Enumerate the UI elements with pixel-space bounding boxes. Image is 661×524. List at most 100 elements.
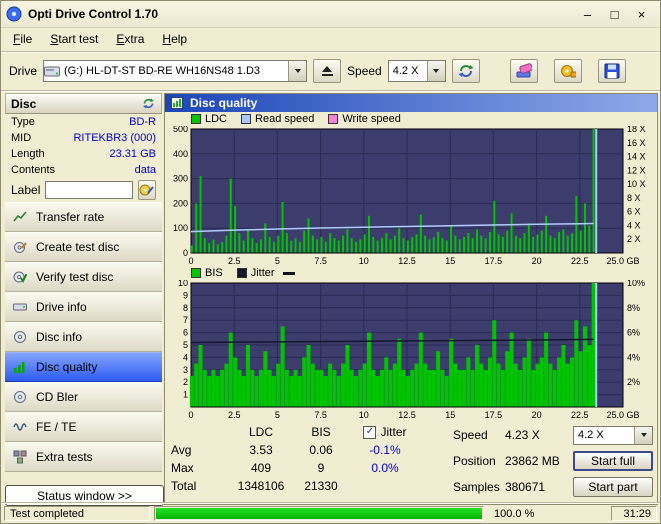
chevron-down-icon (294, 69, 301, 73)
speed-stat-label: Speed (453, 428, 488, 442)
menu-file[interactable]: File (4, 29, 41, 49)
svg-text:1: 1 (183, 390, 188, 400)
info-label: MID (11, 132, 32, 144)
sidebar-item-extra-tests[interactable]: Extra tests (5, 442, 162, 472)
refresh-button[interactable] (451, 59, 480, 83)
svg-text:4%: 4% (627, 352, 640, 362)
info-row-mid: MID RITEKBR3 (000) (5, 130, 162, 146)
drive-info-icon (12, 300, 28, 314)
chevron-down-icon (433, 69, 440, 73)
start-part-button[interactable]: Start part (573, 477, 653, 497)
svg-text:8%: 8% (627, 303, 640, 313)
col-header-bis: BIS (311, 425, 331, 439)
menu-help[interactable]: Help (153, 29, 196, 49)
jitter-toggle[interactable]: ✓ Jitter (349, 425, 421, 439)
drive-icon (44, 66, 61, 77)
jitter-label: Jitter (380, 425, 407, 439)
info-value[interactable]: data (135, 164, 156, 176)
avg-bis: 0.06 (309, 443, 333, 457)
svg-text:300: 300 (173, 174, 188, 184)
speed-select-value: 4.2 X (392, 65, 419, 77)
create-test-disc-icon (12, 240, 28, 254)
drive-select-arrow[interactable] (288, 61, 307, 81)
window-controls: – □ × (574, 4, 655, 24)
legend-write-speed: Write speed (328, 113, 401, 125)
start-full-button[interactable]: Start full (573, 451, 653, 471)
row-label-max: Max (171, 461, 194, 475)
info-row-contents: Contents data (5, 162, 162, 178)
label-input[interactable] (45, 181, 134, 199)
test-speed-value: 4.2 X (578, 429, 604, 441)
save-results-button[interactable] (598, 59, 626, 83)
status-text: Test completed (4, 506, 150, 521)
disc-section-title: Disc (11, 96, 37, 111)
test-speed-select[interactable]: 4.2 X (573, 425, 653, 445)
label-label: Label (11, 183, 41, 197)
svg-text:5: 5 (275, 256, 280, 266)
eraser-icon (516, 63, 532, 79)
menu-start-test[interactable]: Start test (41, 29, 107, 49)
disc-refresh-icon[interactable] (140, 97, 156, 110)
disc-tools-button[interactable] (554, 59, 582, 83)
test-speed-arrow[interactable] (634, 426, 652, 444)
legend-bis: BIS (191, 267, 223, 279)
menu-extra[interactable]: Extra (107, 29, 153, 49)
save-icon (604, 63, 620, 79)
svg-text:7.5: 7.5 (314, 256, 327, 266)
svg-text:20: 20 (532, 410, 542, 420)
svg-text:0: 0 (188, 410, 193, 420)
sidebar-item-disc-quality[interactable]: Disc quality (5, 352, 162, 382)
disc-tools-icon (560, 63, 576, 79)
eject-button[interactable] (313, 59, 342, 83)
info-value: RITEKBR3 (000) (73, 132, 156, 144)
info-label: Type (11, 116, 35, 128)
chevron-down-icon (640, 433, 647, 437)
titlebar: Opti Drive Control 1.70 – □ × (1, 1, 660, 28)
svg-text:2%: 2% (627, 377, 640, 387)
svg-text:100: 100 (173, 223, 188, 233)
elapsed-time: 31:29 (611, 506, 657, 521)
svg-text:4: 4 (183, 352, 188, 362)
sidebar-item-cd-bler[interactable]: CD Bler (5, 382, 162, 412)
svg-text:10%: 10% (627, 280, 645, 288)
svg-text:12 X: 12 X (627, 165, 646, 175)
samples-stat-value: 380671 (505, 480, 546, 494)
maximize-button[interactable]: □ (601, 4, 628, 24)
svg-text:15: 15 (445, 256, 455, 266)
minimize-button[interactable]: – (574, 4, 601, 24)
disc-quality-icon (12, 360, 28, 374)
info-label: Contents (11, 164, 56, 176)
avg-jitter: -0.1% (369, 443, 401, 457)
erase-disc-button[interactable] (510, 59, 538, 83)
bis-swatch (191, 268, 201, 278)
svg-text:17.5: 17.5 (485, 410, 503, 420)
info-row-length: Length 23.31 GB (5, 146, 162, 162)
disc-quality-panel: Disc quality LDC Read speed Write speed … (164, 93, 658, 505)
label-row: Label (5, 178, 162, 202)
svg-text:10: 10 (178, 280, 188, 288)
svg-text:12.5: 12.5 (398, 256, 416, 266)
svg-text:6: 6 (183, 328, 188, 338)
speed-select[interactable]: 4.2 X (387, 60, 446, 82)
jitter-checkbox[interactable]: ✓ (363, 425, 377, 439)
avg-ldc: 3.53 (249, 443, 273, 457)
menubar: File Start test Extra Help (1, 27, 660, 52)
ldc-swatch (191, 114, 201, 124)
sidebar-item-transfer-rate[interactable]: Transfer rate (5, 202, 162, 232)
sidebar-item-verify-test-disc[interactable]: Verify test disc (5, 262, 162, 292)
close-button[interactable]: × (628, 4, 655, 24)
read-speed-swatch (241, 114, 252, 124)
sidebar-item-create-test-disc[interactable]: Create test disc (5, 232, 162, 262)
label-edit-button[interactable] (138, 180, 157, 200)
drive-select[interactable]: (G:) HL-DT-ST BD-RE WH16NS48 1.D3 (43, 60, 308, 82)
sidebar-item-disc-info[interactable]: Disc info (5, 322, 162, 352)
svg-text:10: 10 (359, 410, 369, 420)
svg-text:2: 2 (183, 377, 188, 387)
sidebar-item-fe-te[interactable]: FE / TE (5, 412, 162, 442)
position-stat-label: Position (453, 454, 496, 468)
speed-select-arrow[interactable] (426, 61, 445, 81)
col-header-ldc: LDC (248, 425, 273, 439)
sidebar-item-drive-info[interactable]: Drive info (5, 292, 162, 322)
speed-stat-value: 4.23 X (505, 428, 540, 442)
svg-text:5: 5 (183, 340, 188, 350)
